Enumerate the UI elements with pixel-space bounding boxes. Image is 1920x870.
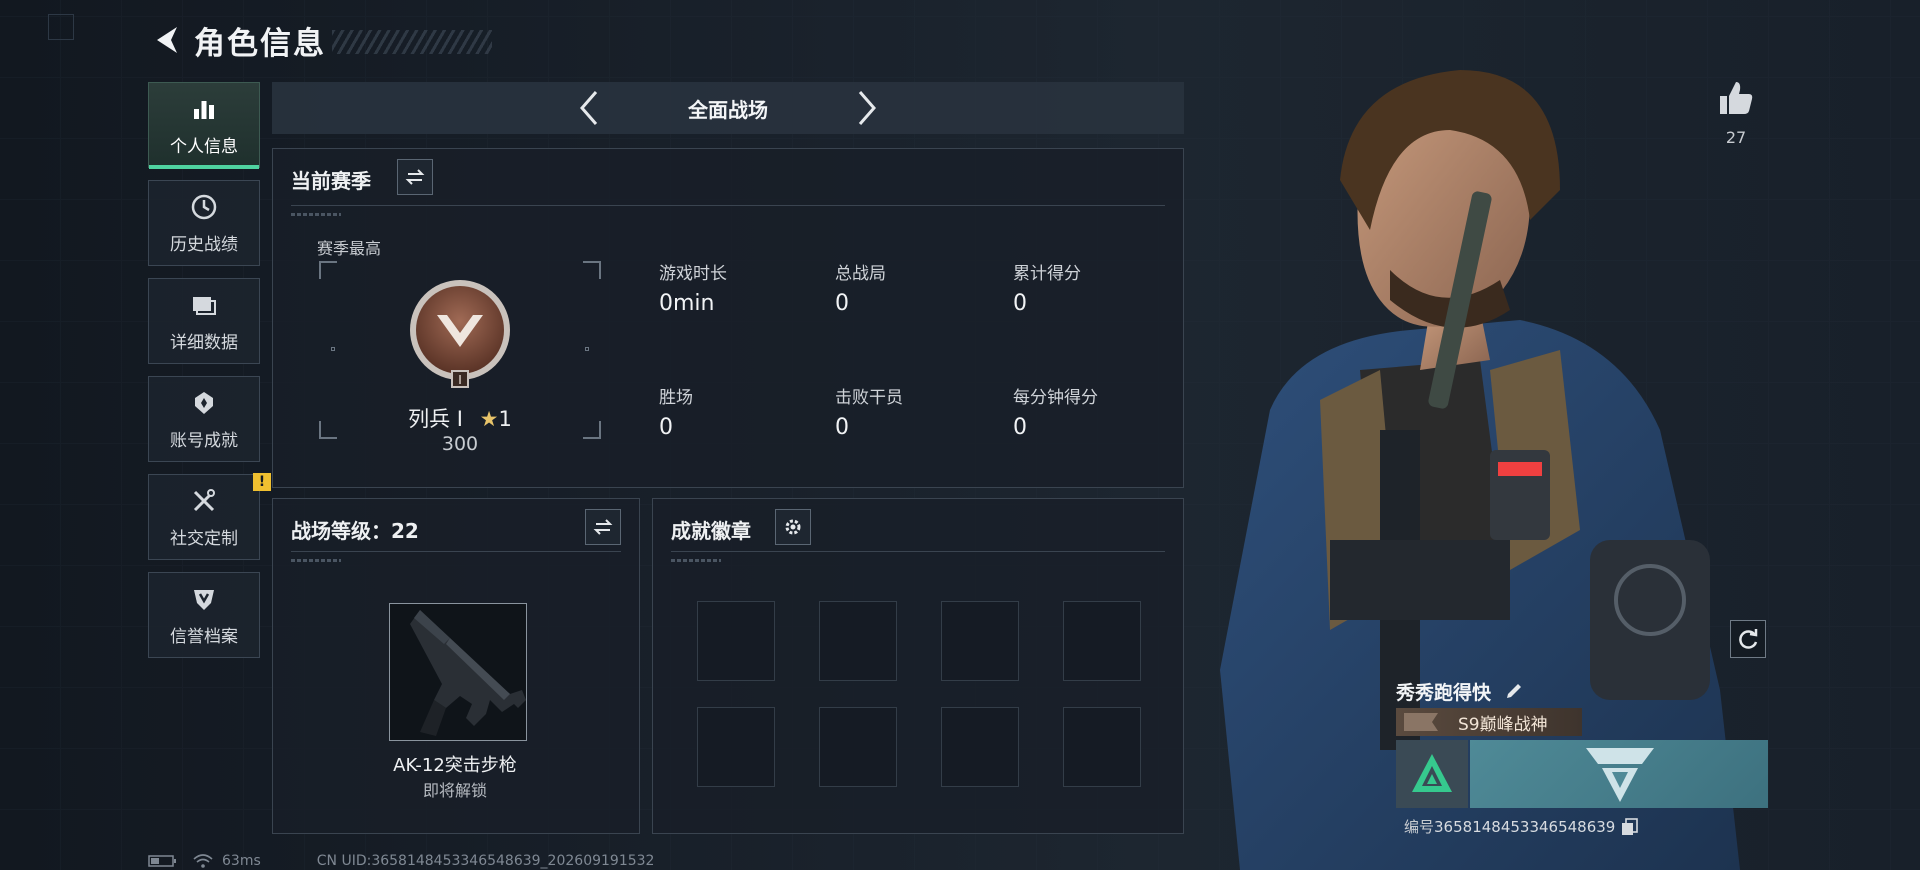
player-name: 秀秀跑得快 (1396, 681, 1492, 704)
back-arrow-icon[interactable] (148, 20, 184, 60)
season-best-label: 赛季最高 (317, 239, 382, 258)
badge-slot[interactable] (1063, 601, 1141, 681)
player-id-value: 3658148453346548639 (1434, 817, 1616, 836)
badge-slot[interactable] (819, 707, 897, 787)
clock-icon (189, 192, 219, 222)
player-emblems (1396, 740, 1768, 808)
page-header: 角色信息 (148, 18, 492, 62)
svg-text:I: I (458, 373, 462, 387)
sidebar: 个人信息 历史战绩 详细数据 账号成就 社交定制 ! 信誉档案 (148, 82, 271, 670)
rank-triangle-emblem[interactable] (1396, 740, 1468, 808)
weapon-image[interactable] (389, 603, 527, 741)
weapon-name: AK-12突击步枪 (393, 755, 517, 776)
player-id-label: 编号 (1404, 818, 1435, 836)
page-title: 角色信息 (194, 25, 326, 62)
badge-slot[interactable] (1063, 707, 1141, 787)
achievement-icon (189, 388, 219, 418)
season-title: 当前赛季 (291, 169, 371, 193)
sidebar-item-match-history[interactable]: 历史战绩 (148, 180, 260, 266)
sidebar-item-label: 信誉档案 (170, 626, 238, 647)
badge-slot[interactable] (697, 707, 775, 787)
shield-icon (189, 584, 219, 614)
rifle-icon (410, 610, 526, 736)
player-name-row: 秀秀跑得快 (1396, 676, 1525, 706)
achievement-badges-panel: 成就徽章 (652, 498, 1184, 834)
sidebar-item-label: 历史战绩 (170, 234, 238, 255)
stat-label-score-per-minute: 每分钟得分 (1013, 388, 1098, 408)
badge-slot[interactable] (819, 601, 897, 681)
copy-icon[interactable] (1621, 817, 1639, 836)
swap-icon (593, 519, 613, 535)
title-stripe-decoration (332, 30, 492, 54)
player-title-bar: S9巅峰战神 (1396, 708, 1582, 736)
gear-icon (785, 519, 801, 535)
sidebar-item-label: 账号成就 (170, 430, 238, 451)
like-button[interactable]: 27 (1712, 78, 1760, 147)
sidebar-item-label: 个人信息 (170, 136, 238, 157)
sidebar-item-label: 详细数据 (170, 332, 238, 353)
stat-label-playtime: 游戏时长 (659, 264, 727, 284)
season-swap-button[interactable] (397, 159, 433, 195)
battlefield-level-title: 战场等级：22 (291, 519, 419, 543)
battlefield-level-panel: 战场等级：22 AK-12突击步枪 即将解锁 (272, 498, 640, 834)
mode-next-button[interactable] (848, 84, 888, 132)
sidebar-item-label: 社交定制 (170, 528, 238, 549)
thumbs-up-icon (1720, 82, 1753, 114)
player-id-row: 编号 3658148453346548639 (1404, 816, 1639, 837)
sidebar-item-personal-info[interactable]: 个人信息 (148, 82, 260, 169)
stat-value-wins: 0 (659, 415, 673, 440)
stat-label-kills: 击败干员 (835, 388, 903, 408)
badge-slot[interactable] (941, 707, 1019, 787)
refresh-button[interactable] (1730, 620, 1766, 658)
season-panel: 当前赛季 赛季最高 I 列兵 I ★1 300 游戏时长 0min 总战局 0 (272, 148, 1184, 488)
rank-score: 300 (441, 433, 479, 455)
alert-badge: ! (253, 473, 271, 491)
rank-display: I 列兵 I ★1 300 (319, 261, 601, 455)
badges-settings-button[interactable] (775, 509, 811, 545)
stat-label-total-matches: 总战局 (835, 264, 886, 284)
folder-icon (189, 290, 219, 320)
star-icon: ★ (479, 407, 499, 431)
stat-value-playtime: 0min (659, 291, 715, 316)
badge-slot[interactable] (941, 601, 1019, 681)
sidebar-item-social-custom[interactable]: 社交定制 ! (148, 473, 271, 560)
uid-text: CN UID:3658148453346548639_202609191532 (316, 853, 655, 869)
battlefield-swap-button[interactable] (585, 509, 621, 545)
title-flag-icon (1404, 713, 1438, 731)
mode-selector: 全面战场 (272, 82, 1184, 134)
triangle-emblem-icon (1412, 754, 1452, 792)
wifi-icon (193, 854, 213, 868)
battery-icon (148, 855, 176, 867)
stat-value-total-matches: 0 (835, 291, 849, 316)
tools-icon (189, 486, 219, 516)
swap-icon (405, 169, 425, 185)
frame-corner-mark (48, 14, 74, 40)
weapon-status: 即将解锁 (422, 781, 487, 800)
stat-value-kills: 0 (835, 415, 849, 440)
edit-pencil-icon[interactable] (1503, 680, 1525, 702)
stat-value-score-per-minute: 0 (1013, 415, 1027, 440)
team-emblem-banner[interactable] (1470, 740, 1768, 808)
rank-emblem-icon: I (410, 280, 510, 388)
stat-label-wins: 胜场 (659, 388, 693, 408)
team-logo-icon (1586, 748, 1654, 802)
sidebar-item-achievements[interactable]: 账号成就 (148, 376, 260, 462)
ping-value: 63ms (222, 853, 261, 869)
badges-title: 成就徽章 (671, 519, 751, 543)
player-title: S9巅峰战神 (1458, 714, 1548, 735)
stat-value-total-score: 0 (1013, 291, 1027, 316)
bar-chart-icon (189, 94, 219, 124)
sidebar-item-reputation[interactable]: 信誉档案 (148, 572, 260, 658)
badge-slot[interactable] (697, 601, 775, 681)
mode-prev-button[interactable] (568, 84, 608, 132)
status-bar: 63ms CN UID:3658148453346548639_20260919… (148, 852, 654, 870)
stat-label-total-score: 累计得分 (1013, 264, 1081, 284)
rank-name: 列兵 I ★1 (408, 407, 512, 431)
mode-label: 全面战场 (688, 97, 768, 122)
sidebar-item-detailed-data[interactable]: 详细数据 (148, 278, 260, 364)
like-count: 27 (1725, 128, 1747, 147)
refresh-icon (1739, 629, 1758, 649)
